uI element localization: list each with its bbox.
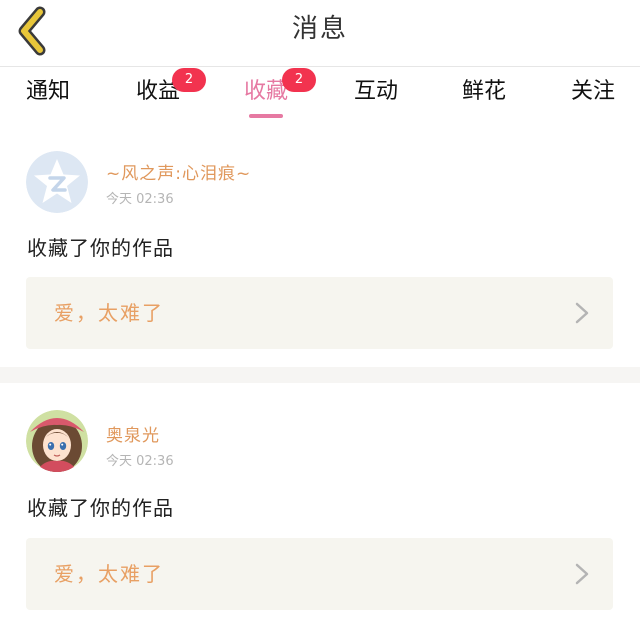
- timestamp: 今天 02:36: [106, 454, 174, 469]
- section-divider: [0, 367, 640, 383]
- work-link[interactable]: 爱，太难了: [26, 538, 613, 610]
- timestamp: 今天 02:36: [106, 192, 174, 207]
- tab-bar: 通知 收益 2 收藏 2 互动 鲜花 关注: [0, 67, 640, 121]
- user-name[interactable]: 奥泉光: [106, 421, 160, 446]
- page-title: 消息: [291, 14, 348, 44]
- tab-label: 互动: [353, 79, 398, 104]
- chevron-right-icon: [575, 302, 589, 324]
- chevron-right-icon: [575, 563, 589, 585]
- tab-notifications[interactable]: 通知: [8, 75, 88, 119]
- tab-label: 鲜花: [461, 79, 506, 104]
- action-text: 收藏了你的作品: [27, 496, 174, 520]
- back-button[interactable]: [14, 6, 54, 56]
- tab-favorites[interactable]: 收藏 2: [226, 68, 316, 119]
- avatar[interactable]: [26, 151, 88, 213]
- tab-flowers[interactable]: 鲜花: [444, 75, 524, 119]
- tab-following[interactable]: 关注: [553, 75, 633, 119]
- tab-interactions[interactable]: 互动: [336, 75, 416, 119]
- tab-label: 关注: [570, 79, 615, 104]
- work-title: 爱，太难了: [54, 301, 164, 325]
- header-bar: 消息: [0, 0, 640, 62]
- unread-badge: 2: [282, 68, 316, 92]
- active-tab-indicator: [249, 114, 283, 118]
- qq-default-avatar-icon: [26, 151, 88, 213]
- anime-girl-avatar: [26, 410, 88, 472]
- work-title: 爱，太难了: [54, 562, 164, 586]
- tab-label: 通知: [25, 79, 70, 104]
- chevron-left-icon: [18, 6, 46, 56]
- unread-badge: 2: [172, 68, 206, 92]
- action-text: 收藏了你的作品: [27, 236, 174, 260]
- user-name[interactable]: ~风之声:心泪痕~: [106, 159, 251, 184]
- avatar[interactable]: [26, 410, 88, 472]
- tab-earnings[interactable]: 收益 2: [118, 68, 206, 119]
- work-link[interactable]: 爱，太难了: [26, 277, 613, 349]
- notification-item: ~风之声:心泪痕~ 今天 02:36 收藏了你的作品 爱，太难了: [0, 121, 640, 367]
- notification-item: 奥泉光 今天 02:36 收藏了你的作品 爱，太难了: [0, 383, 640, 631]
